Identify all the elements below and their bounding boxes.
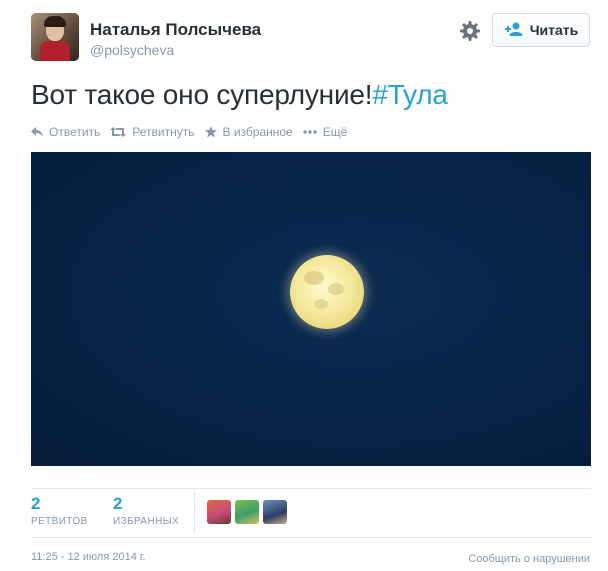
star-icon bbox=[204, 126, 217, 138]
add-user-icon bbox=[504, 22, 524, 39]
tweet-body: Вот такое оно суперлуние! bbox=[31, 79, 373, 110]
retweet-action[interactable]: Ретвитнуть bbox=[110, 125, 195, 139]
moon-crater bbox=[304, 271, 324, 285]
author-name[interactable]: Наталья Полсычева bbox=[90, 20, 261, 40]
tweet-text: Вот такое оно суперлуние!#Тула bbox=[31, 79, 448, 111]
gear-icon[interactable] bbox=[459, 20, 481, 42]
favorites-stat[interactable]: 2 ИЗБРАННЫХ bbox=[113, 494, 179, 527]
avatar-shirt bbox=[40, 41, 70, 61]
stats-divider bbox=[194, 490, 195, 534]
reply-label: Ответить bbox=[49, 125, 101, 139]
retweets-count: 2 bbox=[31, 494, 41, 513]
hashtag-link[interactable]: #Тула bbox=[372, 79, 448, 110]
favoriter-avatar[interactable] bbox=[235, 500, 259, 524]
retweet-label: Ретвитнуть bbox=[132, 125, 195, 139]
tweet-actions: Ответить Ретвитнуть В избранное Ещё bbox=[31, 124, 357, 140]
reply-action[interactable]: Ответить bbox=[31, 125, 100, 139]
moon bbox=[290, 255, 364, 329]
more-label: Ещё bbox=[322, 125, 348, 139]
report-link[interactable]: Сообщить о нарушении bbox=[468, 553, 590, 565]
author-avatar[interactable] bbox=[31, 13, 79, 61]
divider bbox=[31, 488, 591, 489]
reply-icon bbox=[31, 127, 43, 137]
follow-button-label: Читать bbox=[529, 22, 579, 38]
avatar-hair bbox=[44, 16, 66, 27]
tweet-photo[interactable] bbox=[31, 152, 591, 466]
favoriter-avatar[interactable] bbox=[263, 500, 287, 524]
tweet-timestamp[interactable]: 11:25 - 12 июля 2014 г. bbox=[31, 551, 146, 563]
retweet-icon bbox=[110, 127, 127, 137]
favoriter-avatar[interactable] bbox=[207, 500, 231, 524]
author-handle[interactable]: @polsycheva bbox=[90, 42, 174, 58]
retweets-stat[interactable]: 2 РЕТВИТОВ bbox=[31, 494, 88, 527]
favoriter-avatars bbox=[207, 500, 287, 524]
favorite-action[interactable]: В избранное bbox=[204, 125, 293, 139]
more-icon bbox=[303, 130, 317, 134]
favorites-count: 2 bbox=[113, 494, 123, 513]
moon-crater bbox=[314, 299, 328, 309]
favorites-label: ИЗБРАННЫХ bbox=[113, 516, 180, 527]
divider bbox=[31, 537, 591, 538]
follow-button[interactable]: Читать bbox=[492, 13, 590, 47]
retweets-label: РЕТВИТОВ bbox=[31, 516, 88, 527]
more-action[interactable]: Ещё bbox=[303, 125, 348, 139]
moon-crater bbox=[328, 283, 344, 295]
favorite-label: В избранное bbox=[222, 125, 293, 139]
